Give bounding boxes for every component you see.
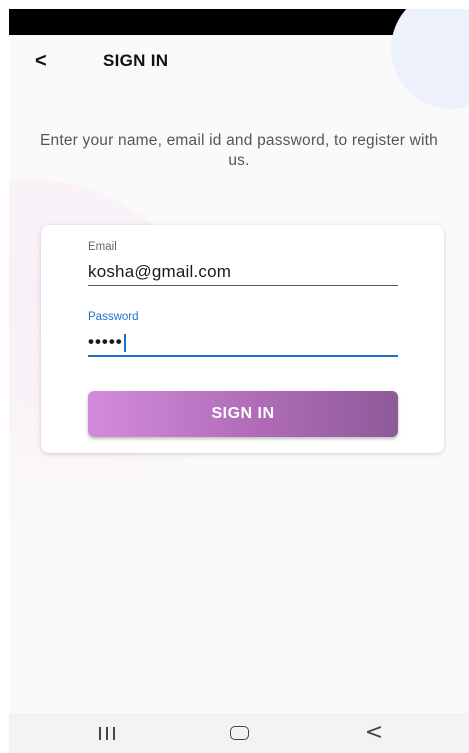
email-underline <box>88 285 398 286</box>
password-input[interactable]: ••••• <box>88 329 398 355</box>
email-input[interactable]: kosha@gmail.com <box>88 259 398 285</box>
back-icon: < <box>364 720 384 745</box>
home-button[interactable] <box>219 713 259 753</box>
system-nav-bar: < <box>9 713 469 753</box>
password-underline <box>88 355 398 357</box>
back-arrow-icon[interactable]: < <box>35 49 55 73</box>
app-header: < SIGN IN <box>9 35 469 87</box>
phone-screen: < SIGN IN Enter your name, email id and … <box>9 9 469 753</box>
recent-apps-button[interactable] <box>87 713 127 753</box>
email-label: Email <box>88 241 117 253</box>
system-back-button[interactable]: < <box>354 713 394 753</box>
page-title: SIGN IN <box>103 51 169 70</box>
home-icon <box>229 726 249 740</box>
password-label: Password <box>88 311 139 323</box>
intro-text: Enter your name, email id and password, … <box>39 132 439 169</box>
sign-in-button[interactable]: SIGN IN <box>88 391 398 437</box>
password-masked-value: ••••• <box>88 332 123 351</box>
sign-in-card: Email kosha@gmail.com Password ••••• SIG… <box>41 225 444 453</box>
text-cursor <box>123 333 126 352</box>
email-field[interactable]: Email kosha@gmail.com <box>88 239 398 286</box>
password-field[interactable]: Password ••••• <box>88 309 398 357</box>
recent-apps-icon <box>99 726 115 740</box>
